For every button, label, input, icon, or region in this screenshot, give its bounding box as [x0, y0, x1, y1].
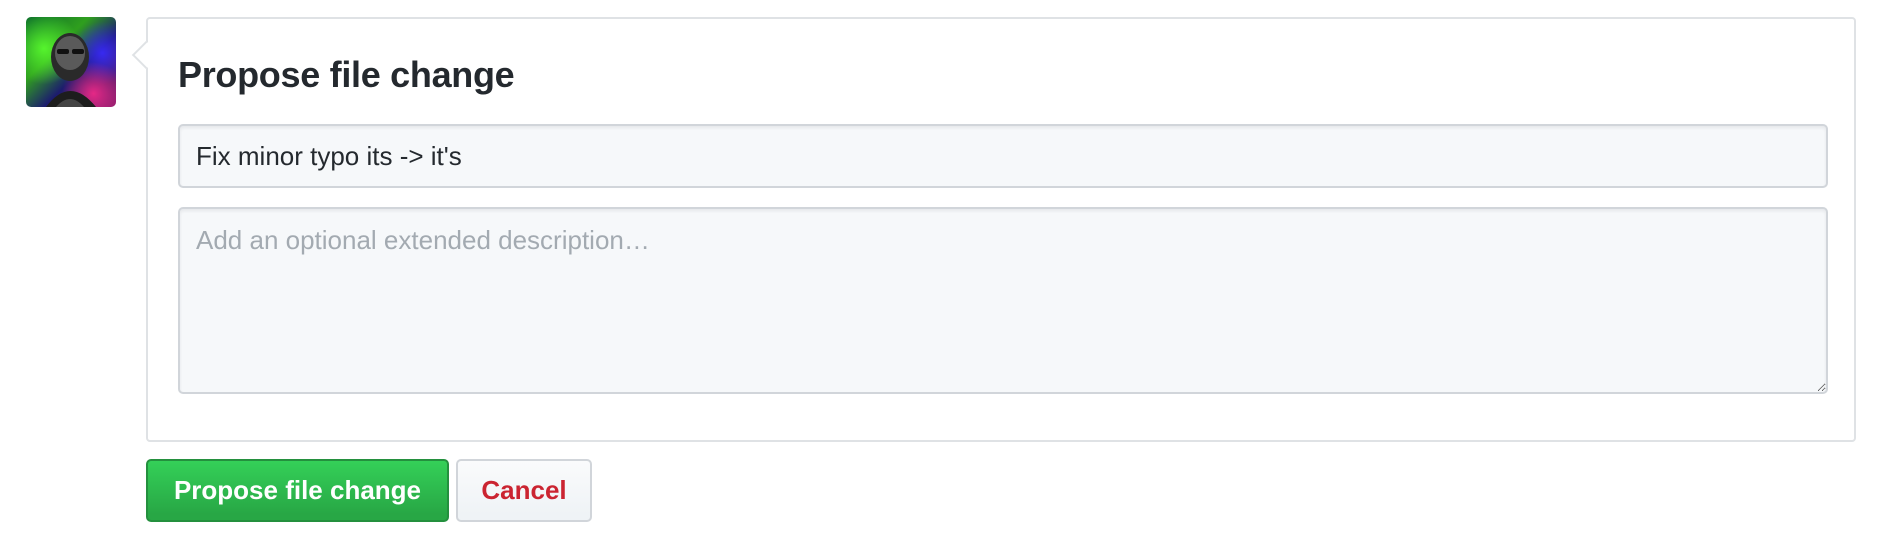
commit-summary-input[interactable]	[178, 124, 1828, 188]
cancel-button[interactable]: Cancel	[456, 459, 592, 522]
avatar[interactable]	[26, 17, 116, 107]
user-avatar-icon	[26, 17, 116, 107]
form-title: Propose file change	[178, 54, 515, 95]
commit-form: Propose file change	[131, 17, 1856, 442]
commit-description-textarea[interactable]	[178, 207, 1828, 394]
caret-pointer	[131, 40, 161, 70]
propose-file-change-button[interactable]: Propose file change	[146, 459, 449, 522]
